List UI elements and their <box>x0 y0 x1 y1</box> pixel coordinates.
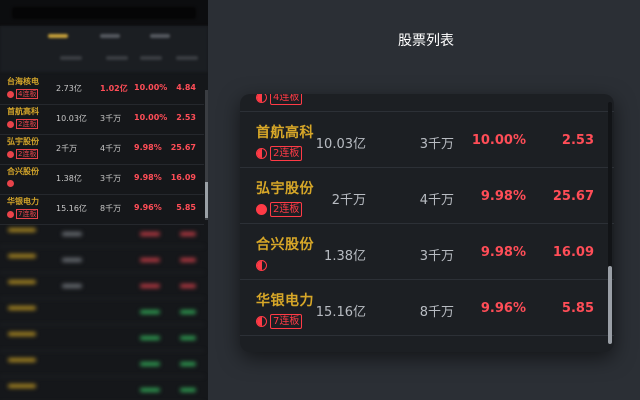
stock-list: 台海核电4连板2.73亿1.02亿10.00%4.84首航高科2连板10.03亿… <box>240 94 614 336</box>
background-stock-row[interactable]: 台海核电 4连板 2.73亿 1.02亿 10.00% 4.84 <box>0 72 204 105</box>
background-stock-row[interactable]: 合兴股份 1.38亿 3千万 9.98% 16.09 <box>0 162 204 195</box>
price-cell: 5.85 <box>176 203 196 212</box>
stock-tags: 2连板 <box>256 143 303 161</box>
streak-badge: 7连板 <box>16 209 39 219</box>
change-cell: 9.98% <box>480 189 526 204</box>
stock-row[interactable]: 台海核电4连板2.73亿1.02亿10.00%4.84 <box>240 94 614 112</box>
change-cell: 10.00% <box>471 133 526 148</box>
price-cell: 5.85 <box>561 301 594 316</box>
price-cell: 16.09 <box>552 245 594 260</box>
stock-name: 首航高科 <box>256 125 314 141</box>
stock-tags: 7连板 <box>256 311 303 329</box>
indicator-icon <box>7 150 14 158</box>
streak-badge: 2连板 <box>270 146 303 161</box>
stock-list-scrollbar[interactable] <box>608 102 612 344</box>
volume-cell: 3千万 <box>419 137 454 152</box>
volume-cell: 4千万 <box>100 144 122 153</box>
price-cell: 25.67 <box>170 143 196 152</box>
stock-name: 华银电力 <box>7 197 39 206</box>
price-cell: 25.67 <box>552 189 594 204</box>
indicator-icon <box>7 210 14 218</box>
limit-up-tag: 2连板 <box>7 119 39 129</box>
amount-cell: 10.03亿 <box>56 114 87 123</box>
change-cell: 9.98% <box>134 143 162 152</box>
amount-cell: 15.16亿 <box>315 305 366 320</box>
stock-name: 合兴股份 <box>256 237 314 253</box>
limit-up-indicator-icon <box>256 260 267 271</box>
change-cell: 9.98% <box>480 245 526 260</box>
streak-badge: 7连板 <box>270 314 303 329</box>
stock-name: 弘宇股份 <box>7 137 39 146</box>
amount-cell: 10.03亿 <box>315 137 366 152</box>
change-cell: 10.00% <box>134 83 168 92</box>
amount-cell: 2千万 <box>56 144 78 153</box>
limit-up-indicator-icon <box>256 316 267 327</box>
limit-up-tag: 2连板 <box>7 149 39 159</box>
streak-badge: 4连板 <box>16 89 39 99</box>
stock-name: 弘宇股份 <box>256 181 314 197</box>
change-cell: 9.96% <box>134 203 162 212</box>
stock-row[interactable]: 首航高科 2连板 10.03亿 3千万 10.00% 2.53 <box>240 112 614 168</box>
price-cell: 2.53 <box>561 133 594 148</box>
amount-cell: 1.38亿 <box>324 249 366 264</box>
amount-cell: 2.73亿 <box>324 94 366 96</box>
price-cell: 2.53 <box>176 113 196 122</box>
stock-tags: 4连板 <box>256 94 303 105</box>
background-blurred-rows <box>0 222 204 400</box>
change-cell: 9.96% <box>480 301 526 316</box>
background-stock-row[interactable]: 首航高科 2连板 10.03亿 3千万 10.00% 2.53 <box>0 102 204 135</box>
indicator-icon <box>7 179 14 187</box>
volume-cell: 8千万 <box>100 204 122 213</box>
limit-up-indicator-icon <box>256 94 267 103</box>
volume-cell: 4千万 <box>419 193 454 208</box>
limit-up-indicator-icon <box>256 148 267 159</box>
panel-title: 股票列表 <box>398 33 454 49</box>
volume-cell: 8千万 <box>419 305 454 320</box>
background-stock-row[interactable]: 弘宇股份 2连板 2千万 4千万 9.98% 25.67 <box>0 132 204 165</box>
indicator-icon <box>7 90 14 98</box>
stock-row[interactable]: 合兴股份 1.38亿 3千万 9.98% 16.09 <box>240 224 614 280</box>
streak-badge: 2连板 <box>16 149 39 159</box>
background-top-bar <box>0 0 208 26</box>
stock-name: 华银电力 <box>256 293 314 309</box>
amount-cell: 2.73亿 <box>56 84 82 93</box>
volume-cell: 3千万 <box>100 114 122 123</box>
stock-tags: 2连板 <box>256 199 303 217</box>
streak-badge: 4连板 <box>270 94 303 105</box>
stock-row[interactable]: 华银电力 7连板 15.16亿 8千万 9.96% 5.85 <box>240 280 614 336</box>
price-cell: 16.09 <box>170 173 196 182</box>
volume-cell: 3千万 <box>419 249 454 264</box>
stock-row[interactable]: 弘宇股份 2连板 2千万 4千万 9.98% 25.67 <box>240 168 614 224</box>
change-cell: 10.00% <box>134 113 168 122</box>
amount-cell: 1.38亿 <box>56 174 82 183</box>
stock-name: 合兴股份 <box>7 167 39 176</box>
stock-name: 首航高科 <box>7 107 39 116</box>
change-cell: 9.98% <box>134 173 162 182</box>
stock-tags <box>256 255 267 271</box>
indicator-icon <box>7 120 14 128</box>
limit-up-indicator-icon <box>256 204 267 215</box>
background-app: 台海核电 4连板 2.73亿 1.02亿 10.00% 4.84 首航高科 2连板 10.03亿… <box>0 0 208 400</box>
streak-badge: 2连板 <box>270 202 303 217</box>
volume-cell: 1.02亿 <box>100 84 128 93</box>
limit-up-tag: 7连板 <box>7 209 39 219</box>
volume-cell: 3千万 <box>100 174 122 183</box>
price-cell: 4.84 <box>176 83 196 92</box>
limit-up-tag: 4连板 <box>7 89 39 99</box>
scrollbar-thumb[interactable] <box>608 266 612 344</box>
limit-up-tag <box>7 179 14 187</box>
volume-cell: 1.02亿 <box>409 94 454 96</box>
background-stock-row[interactable]: 华银电力 7连板 15.16亿 8千万 9.96% 5.85 <box>0 192 204 225</box>
amount-cell: 15.16亿 <box>56 204 87 213</box>
streak-badge: 2连板 <box>16 119 39 129</box>
amount-cell: 2千万 <box>331 193 366 208</box>
stock-list-card[interactable]: 台海核电4连板2.73亿1.02亿10.00%4.84首航高科2连板10.03亿… <box>240 94 614 352</box>
stock-name: 台海核电 <box>7 77 39 86</box>
